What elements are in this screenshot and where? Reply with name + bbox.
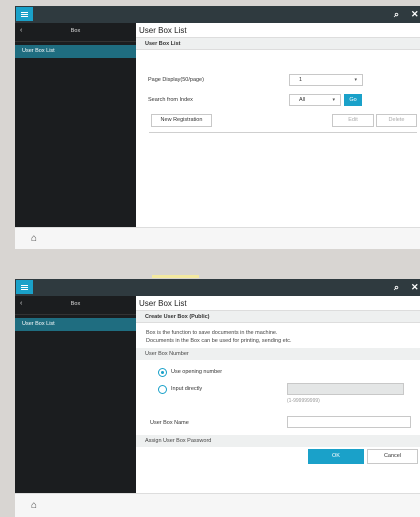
sidebar-title: Box — [70, 28, 81, 34]
main-content: User Box List Create User Box (Public) B… — [136, 296, 420, 493]
close-icon[interactable]: ✕ — [411, 8, 419, 20]
user-box-number-input[interactable] — [287, 383, 404, 395]
page-display-label: Page Display(50/page) — [148, 77, 204, 83]
bottom-bar: ⌂ — [15, 493, 420, 517]
decorative-mark — [152, 275, 199, 278]
cancel-button[interactable]: Cancel — [367, 449, 418, 464]
sidebar-header: ‹ Box — [15, 23, 136, 42]
user-box-number-header: User Box Number — [136, 348, 420, 360]
description: Box is the function to save documents in… — [146, 329, 292, 345]
home-icon[interactable]: ⌂ — [31, 500, 37, 511]
sidebar-header: ‹ Box — [15, 296, 136, 315]
input-directly-label: Input directly — [171, 386, 203, 392]
page-display-select[interactable]: 1 ▾ — [289, 74, 363, 86]
menu-button[interactable] — [16, 7, 33, 21]
edit-button[interactable]: Edit — [332, 114, 374, 127]
search-index-label: Search from Index — [148, 97, 193, 103]
main-content: User Box List User Box List Page Display… — [136, 23, 420, 227]
use-opening-number-radio[interactable] — [158, 368, 167, 377]
section-title: Create User Box (Public) — [136, 311, 420, 323]
description-line-1: Box is the function to save documents in… — [146, 330, 278, 336]
top-bar: ⌕ ✕ — [15, 279, 420, 296]
screen-create-user-box: ⌕ ✕ ‹ Box User Box List User Box List Cr… — [15, 279, 420, 517]
search-icon[interactable]: ⌕ — [394, 281, 399, 293]
home-icon[interactable]: ⌂ — [31, 233, 37, 244]
user-box-name-label: User Box Name — [150, 420, 189, 426]
use-opening-number-label: Use opening number — [171, 369, 223, 375]
close-icon[interactable]: ✕ — [411, 281, 419, 293]
user-box-name-input[interactable] — [287, 416, 411, 428]
chevron-down-icon: ▾ — [332, 97, 335, 103]
delete-button[interactable]: Delete — [376, 114, 417, 127]
input-directly-radio[interactable] — [158, 385, 167, 394]
assign-password-header: Assign User Box Password — [136, 435, 420, 447]
page-title: User Box List — [136, 23, 420, 38]
top-bar: ⌕ ✕ — [15, 6, 420, 23]
divider — [149, 132, 417, 133]
search-index-select[interactable]: All ▾ — [289, 94, 341, 106]
search-icon[interactable]: ⌕ — [394, 8, 399, 20]
menu-button[interactable] — [16, 280, 33, 294]
screen-user-box-list: ⌕ ✕ ‹ Box User Box List User Box List Us… — [15, 6, 420, 249]
page-display-value: 1 — [299, 77, 303, 83]
sidebar: ‹ Box User Box List — [15, 296, 136, 493]
hamburger-icon — [21, 11, 28, 17]
hamburger-icon — [21, 284, 28, 290]
number-range-hint: (1-999999999) — [287, 398, 320, 404]
ok-button[interactable]: OK — [308, 449, 364, 464]
sidebar: ‹ Box User Box List — [15, 23, 136, 227]
bottom-bar: ⌂ — [15, 227, 420, 249]
chevron-down-icon: ▾ — [354, 77, 357, 83]
go-button[interactable]: Go — [344, 94, 362, 106]
sidebar-item-user-box-list[interactable]: User Box List — [15, 45, 136, 58]
description-line-2: Documents in the Box can be used for pri… — [146, 338, 292, 344]
sidebar-title: Box — [70, 301, 81, 307]
sidebar-item-user-box-list[interactable]: User Box List — [15, 318, 136, 331]
section-title: User Box List — [136, 38, 420, 50]
new-registration-button[interactable]: New Registration — [151, 114, 212, 127]
search-index-value: All — [299, 97, 306, 103]
page-title: User Box List — [136, 296, 420, 311]
